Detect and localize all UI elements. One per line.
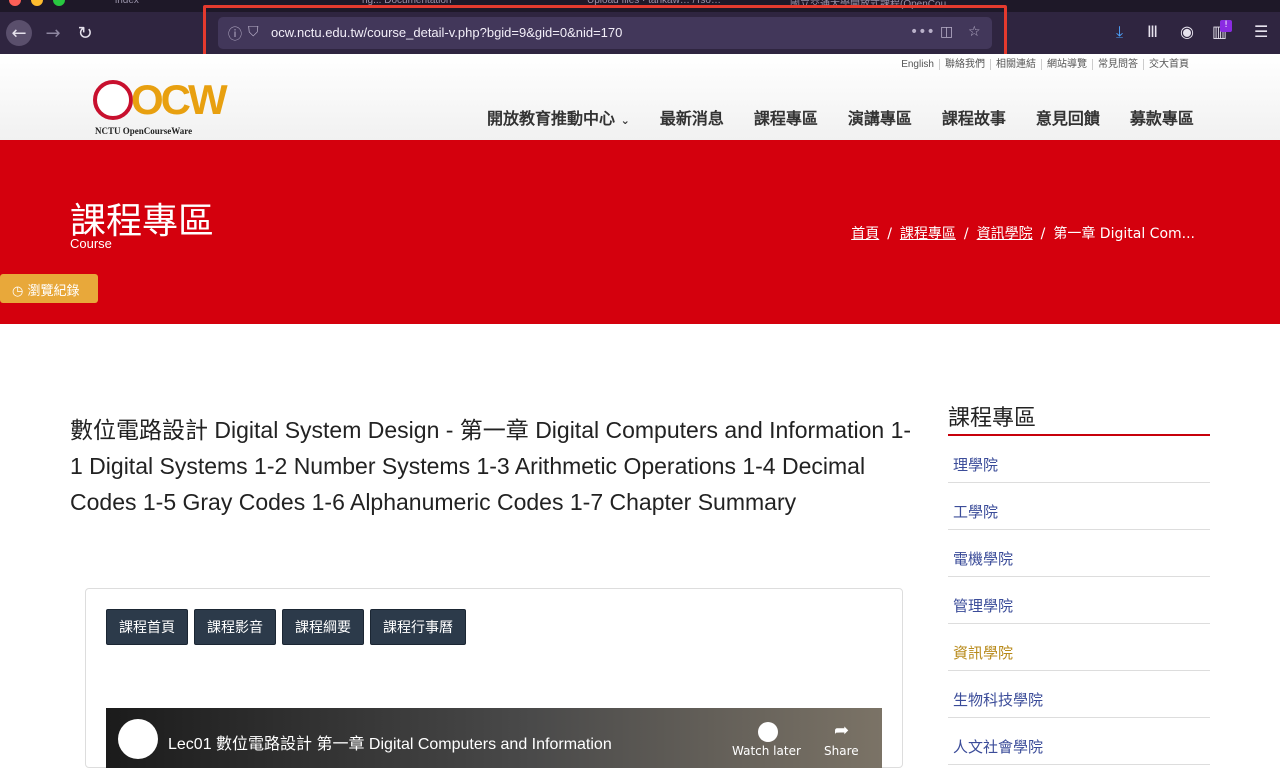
- tab-course-video[interactable]: 課程影音: [194, 609, 276, 645]
- nav-item-feedback[interactable]: 意見回饋: [1036, 105, 1100, 129]
- breadcrumb-home[interactable]: 首頁: [851, 226, 879, 242]
- nav-item-education-center[interactable]: 開放教育推動中心 ⌄: [487, 105, 630, 129]
- sidebar-title: 課程專區: [948, 400, 1210, 436]
- history-button[interactable]: ◷ 瀏覽紀錄: [0, 274, 98, 303]
- history-label: 瀏覽紀錄: [27, 284, 80, 299]
- share-label[interactable]: Share: [824, 744, 859, 758]
- ocw-logo[interactable]: OCW NCTU OpenCourseWare: [93, 78, 228, 140]
- course-tabs: 課程首頁 課程影音 課程綱要 課程行事曆: [106, 609, 472, 645]
- watch-later-label[interactable]: Watch later: [732, 744, 801, 758]
- sidebar: 課程專區 理學院 工學院 電機學院 管理學院 資訊學院 生物科技學院 人文社會學…: [948, 400, 1210, 765]
- nav-label: 開放教育推動中心: [487, 109, 616, 128]
- tab-course-syllabus[interactable]: 課程綱要: [282, 609, 364, 645]
- tab-course-calendar[interactable]: 課程行事曆: [370, 609, 466, 645]
- nav-item-stories[interactable]: 課程故事: [942, 105, 1006, 129]
- library-icon[interactable]: Ⅲ: [1147, 22, 1158, 41]
- sidebar-item-management[interactable]: 管理學院: [948, 577, 1210, 624]
- toplink-contact[interactable]: 聯絡我們: [939, 59, 990, 70]
- video-player[interactable]: Lec01 數位電路設計 第一章 Digital Computers and I…: [106, 708, 882, 768]
- nav-item-lectures[interactable]: 演講專區: [848, 105, 912, 129]
- toplink-sitemap[interactable]: 網站導覽: [1041, 59, 1092, 70]
- course-title: 數位電路設計 Digital System Design - 第一章 Digit…: [70, 417, 912, 515]
- breadcrumb-courses[interactable]: 課程專區: [900, 226, 956, 242]
- sidebar-item-biotech[interactable]: 生物科技學院: [948, 671, 1210, 718]
- sidebar-item-humanities[interactable]: 人文社會學院: [948, 718, 1210, 765]
- site-header: English 聯絡我們 相關連結 網站導覽 常見問答 交大首頁 OCW NCTU Ope…: [0, 54, 1280, 140]
- share-icon[interactable]: ➦: [834, 720, 849, 741]
- video-title[interactable]: Lec01 數位電路設計 第一章 Digital Computers and I…: [168, 730, 612, 754]
- tab-course-home[interactable]: 課程首頁: [106, 609, 188, 645]
- reload-icon[interactable]: ↻: [72, 20, 98, 46]
- logo-caption: NCTU OpenCourseWare: [95, 126, 193, 136]
- course-panel: 課程首頁 課程影音 課程綱要 課程行事曆 Lec01 數位電路設計 第一章 Di…: [85, 588, 903, 768]
- notification-badge: !: [1220, 20, 1232, 32]
- main-nav: 開放教育推動中心 ⌄ 最新消息 課程專區 演講專區 課程故事 意見回饋 募款專區: [487, 105, 1224, 129]
- page-subtitle: Course: [70, 236, 112, 251]
- zoom-window-icon[interactable]: [53, 0, 65, 6]
- toplink-nctu-home[interactable]: 交大首頁: [1143, 59, 1194, 70]
- sidebar-item-cs[interactable]: 資訊學院: [948, 624, 1210, 671]
- nctu-seal-icon: [93, 80, 133, 120]
- nav-item-news[interactable]: 最新消息: [660, 105, 724, 129]
- close-window-icon[interactable]: [9, 0, 21, 6]
- account-icon[interactable]: ◉: [1180, 22, 1194, 41]
- back-icon[interactable]: ←: [6, 20, 32, 46]
- nav-item-courses[interactable]: 課程專區: [754, 105, 818, 129]
- sidebar-item-science[interactable]: 理學院: [948, 436, 1210, 483]
- toplink-faq[interactable]: 常見問答: [1092, 59, 1143, 70]
- nav-item-donate[interactable]: 募款專區: [1130, 105, 1194, 129]
- browser-tab[interactable]: index: [115, 0, 139, 9]
- page-banner: 課程專區 Course 首頁 / 課程專區 / 資訊學院 / 第一章 Digital Com…: [0, 140, 1280, 324]
- sidebar-item-engineering[interactable]: 工學院: [948, 483, 1210, 530]
- download-icon[interactable]: ⤓: [1116, 22, 1123, 42]
- logo-ocw-text: OCW: [131, 76, 228, 123]
- chevron-down-icon: ⌄: [620, 114, 630, 127]
- forward-icon[interactable]: →: [40, 20, 66, 46]
- breadcrumb-current: 第一章 Digital Com...: [1053, 226, 1195, 242]
- sidebar-item-eecs[interactable]: 電機學院: [948, 530, 1210, 577]
- clock-icon: ◷: [12, 284, 24, 299]
- toplink-related[interactable]: 相關連結: [990, 59, 1041, 70]
- breadcrumb: 首頁 / 課程專區 / 資訊學院 / 第一章 Digital Com...: [851, 226, 1195, 242]
- url-bar-highlight: [203, 5, 1007, 59]
- minimize-window-icon[interactable]: [31, 0, 43, 6]
- top-links: English 聯絡我們 相關連結 網站導覽 常見問答 交大首頁: [896, 55, 1194, 70]
- breadcrumb-college[interactable]: 資訊學院: [977, 226, 1033, 242]
- menu-icon[interactable]: ☰: [1254, 22, 1268, 41]
- toplink-english[interactable]: English: [896, 59, 939, 70]
- watch-later-icon[interactable]: [758, 722, 778, 742]
- browser-chrome: index ng... Documentation Upload files ·…: [0, 0, 1280, 59]
- channel-avatar[interactable]: [118, 719, 158, 759]
